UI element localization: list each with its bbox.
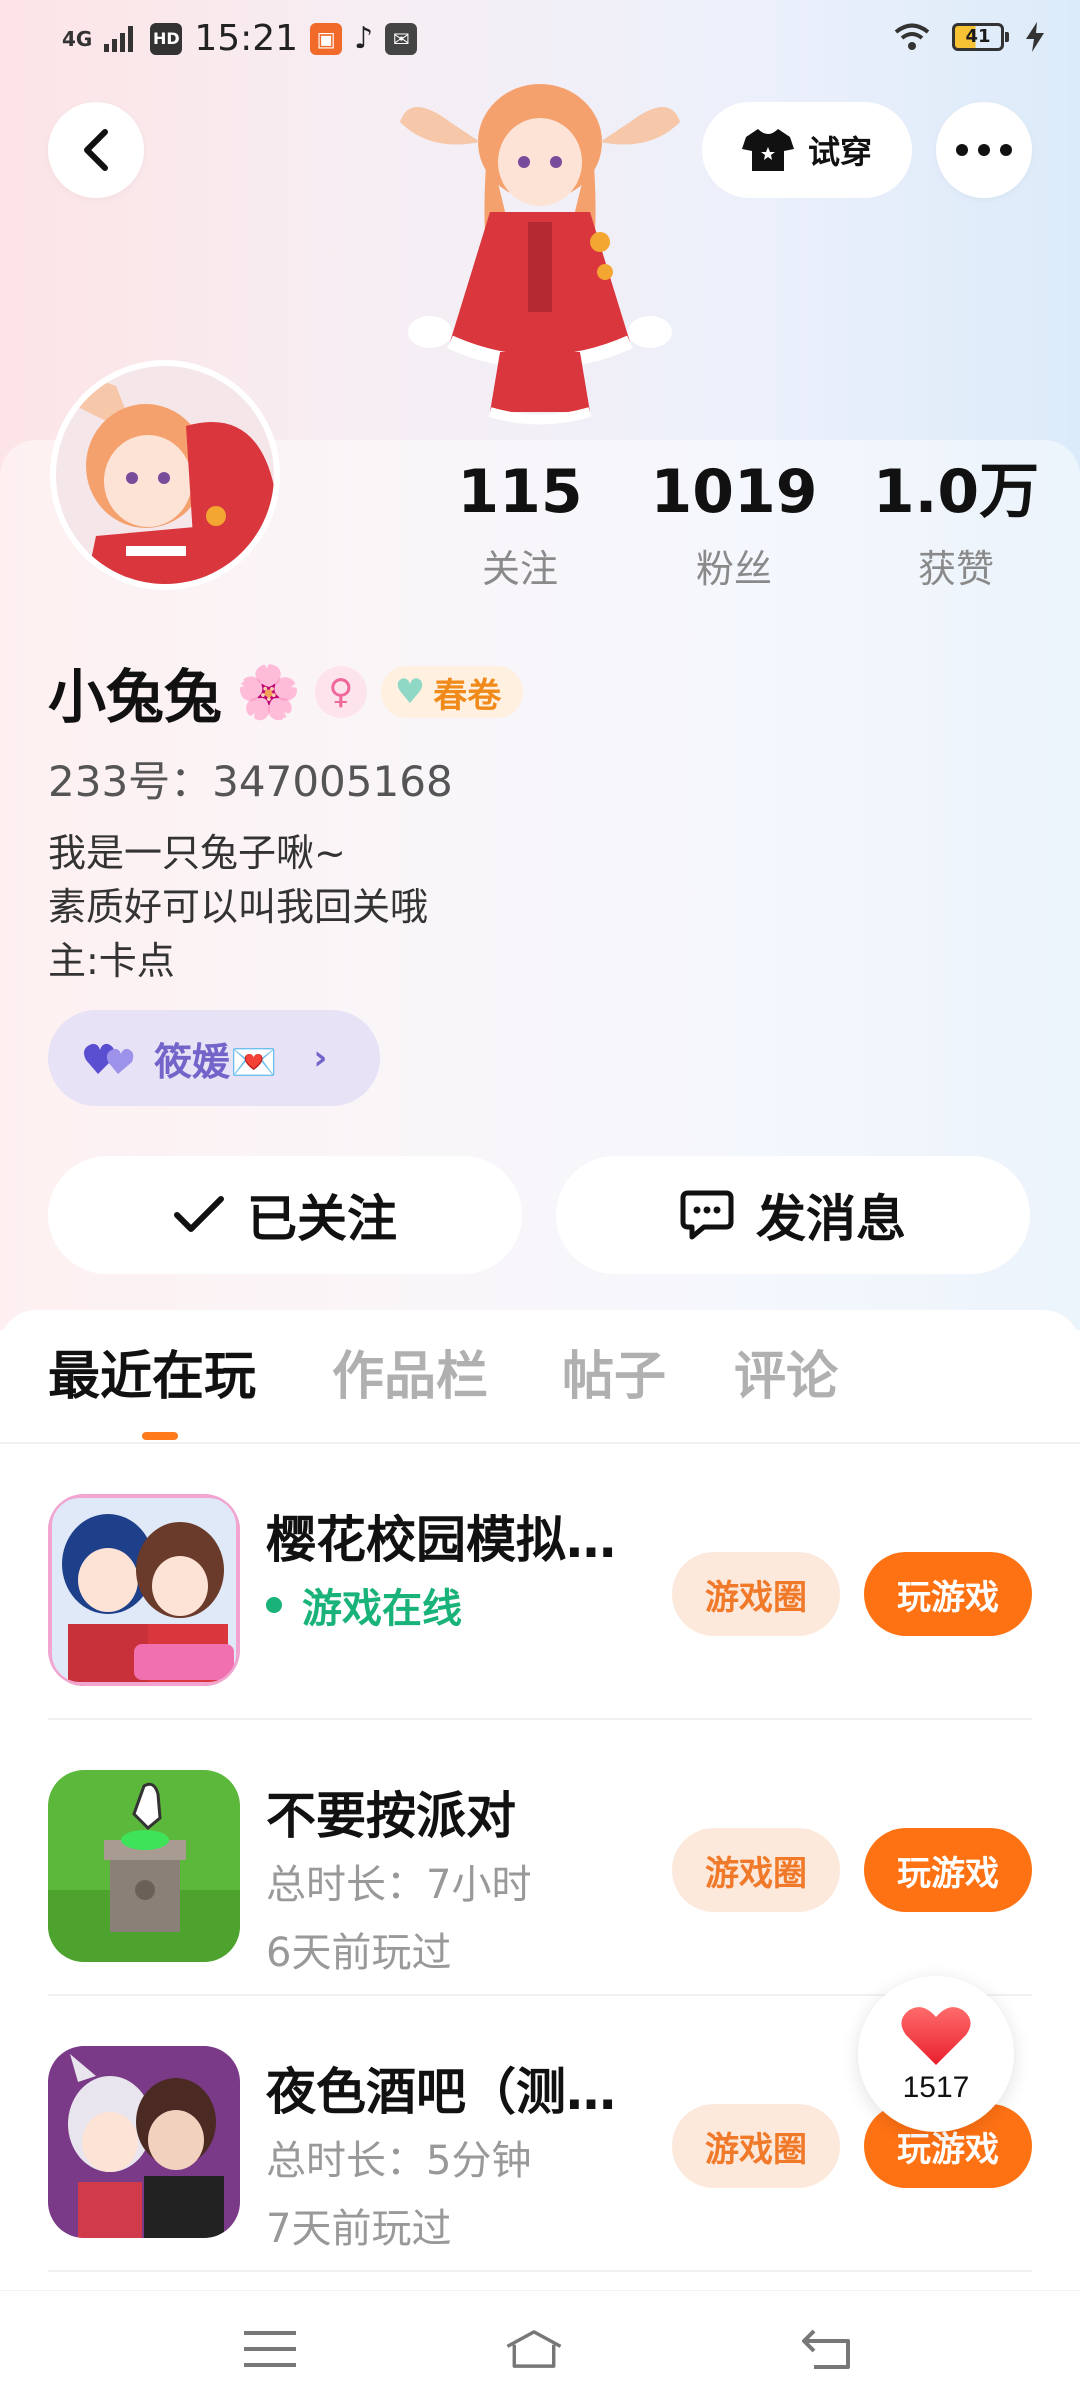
- tab-posts[interactable]: 帖子: [562, 1334, 666, 1409]
- avatar[interactable]: [50, 360, 280, 590]
- profile-tabs: 最近在玩 作品栏 帖子 评论: [0, 1334, 1080, 1444]
- status-bar: 4G HD 15:21 ▣ ♪ ✉ 41: [0, 0, 1080, 90]
- more-options-button[interactable]: [936, 102, 1032, 198]
- heart-icon: [901, 2007, 971, 2065]
- game-circle-button[interactable]: 游戏圈: [672, 1552, 840, 1636]
- home-nav-button[interactable]: [504, 2321, 564, 2377]
- active-tab-indicator: [142, 1432, 178, 1440]
- floating-like-button[interactable]: 1517: [858, 1976, 1014, 2132]
- relationship-pill[interactable]: 筱媛💌 ›: [48, 1010, 380, 1106]
- game-online-status: 游戏在线: [266, 1576, 462, 1634]
- profile-tag-badge[interactable]: ♥ 春卷: [380, 666, 524, 718]
- game-last-played: 6天前玩过: [266, 1930, 452, 1976]
- home-icon: [506, 2330, 562, 2368]
- signal-icon: [104, 25, 134, 52]
- bio-line: 主:卡点: [48, 939, 175, 983]
- game-row[interactable]: 樱花校园模拟… 游戏在线 游戏圈 玩游戏: [0, 1444, 1080, 1720]
- stat-following-label: 关注: [481, 547, 558, 591]
- profile-name: 小兔兔: [48, 663, 223, 731]
- stat-fans-label: 粉丝: [695, 547, 772, 591]
- user-id: 233号：347005168: [48, 757, 453, 806]
- more-dots-icon: [956, 144, 1012, 156]
- row-divider: [48, 2270, 1032, 2272]
- followed-label: 已关注: [247, 1190, 397, 1248]
- stat-following-value: 115: [457, 457, 583, 527]
- game-icon: [48, 1494, 240, 1686]
- game-title: 不要按派对: [266, 1787, 516, 1845]
- game-playtime: 总时长：5分钟: [266, 2138, 532, 2184]
- avatar-3d-figure: [400, 84, 680, 425]
- tab-works[interactable]: 作品栏: [332, 1334, 488, 1409]
- back-button[interactable]: [48, 102, 144, 198]
- stat-fans[interactable]: 1019 粉丝: [634, 456, 834, 593]
- stat-following[interactable]: 115 关注: [420, 456, 620, 593]
- game-row[interactable]: 不要按派对 总时长：7小时 6天前玩过 游戏圈 玩游戏: [0, 1720, 1080, 1996]
- game-circle-button[interactable]: 游戏圈: [672, 1828, 840, 1912]
- menu-icon: [244, 2331, 296, 2367]
- try-on-button[interactable]: 试穿: [702, 102, 912, 198]
- send-message-button[interactable]: 发消息: [556, 1156, 1030, 1274]
- game-icon: [48, 1770, 240, 1962]
- followed-button[interactable]: 已关注: [48, 1156, 522, 1274]
- game-circle-button[interactable]: 游戏圈: [672, 2104, 840, 2188]
- profile-bio: 我是一只兔子啾~ 素质好可以叫我回关哦 主:卡点: [48, 826, 428, 988]
- app-notification-icon: ▣: [310, 22, 343, 55]
- clock: 15:21: [194, 18, 299, 59]
- game-title: 夜色酒吧（测…: [266, 2063, 616, 2121]
- back-nav-button[interactable]: [796, 2321, 856, 2377]
- game-icon: [48, 2046, 240, 2238]
- play-game-button[interactable]: 玩游戏: [864, 1552, 1032, 1636]
- chevron-right-icon: ›: [313, 1038, 328, 1078]
- wifi-icon: [894, 23, 930, 50]
- game-playtime: 总时长：7小时: [266, 1862, 532, 1908]
- network-indicator: 4G: [62, 26, 93, 51]
- like-count: 1517: [902, 2071, 970, 2104]
- bio-line: 我是一只兔子啾~: [48, 831, 346, 875]
- tiktok-icon: ♪: [354, 21, 374, 56]
- gender-female-icon: ♀: [314, 666, 367, 718]
- game-last-played: 7天前玩过: [266, 2206, 452, 2252]
- hd-icon: HD: [150, 22, 183, 55]
- chevron-left-icon: [84, 129, 108, 171]
- tab-comments[interactable]: 评论: [734, 1334, 838, 1409]
- check-icon: [174, 1196, 224, 1232]
- stat-likes[interactable]: 1.0万 获赞: [856, 456, 1056, 593]
- stat-likes-label: 获赞: [917, 547, 994, 591]
- play-game-button[interactable]: 玩游戏: [864, 1828, 1032, 1912]
- send-message-label: 发消息: [756, 1190, 906, 1248]
- menu-nav-button[interactable]: [240, 2321, 300, 2377]
- stat-likes-value: 1.0万: [872, 457, 1040, 527]
- name-row: 小兔兔 🌸 ♀ ♥ 春卷: [48, 650, 524, 734]
- battery-icon: 41: [952, 23, 1009, 51]
- shirt-icon: [741, 129, 794, 171]
- charging-icon: [1026, 22, 1044, 52]
- game-title: 樱花校园模拟…: [266, 1511, 616, 1569]
- bio-line: 素质好可以叫我回关哦: [48, 885, 429, 929]
- online-label: 游戏在线: [302, 1586, 462, 1632]
- sakura-emoji: 🌸: [236, 662, 301, 723]
- heart-icon: ♥: [394, 672, 426, 712]
- double-heart-icon: [84, 1043, 134, 1074]
- profile-tag-label: 春卷: [433, 675, 502, 716]
- avatar-image: [56, 366, 274, 584]
- system-nav-bar: [0, 2290, 1080, 2408]
- try-on-label: 试穿: [807, 133, 872, 171]
- relationship-name: 筱媛💌: [154, 1039, 278, 1084]
- stat-fans-value: 1019: [650, 457, 818, 527]
- tab-recently-played[interactable]: 最近在玩: [48, 1334, 256, 1409]
- chat-bubble-icon: [680, 1190, 734, 1240]
- return-icon: [802, 2329, 850, 2369]
- online-dot-icon: [266, 1597, 282, 1613]
- mail-icon: ✉: [385, 22, 418, 55]
